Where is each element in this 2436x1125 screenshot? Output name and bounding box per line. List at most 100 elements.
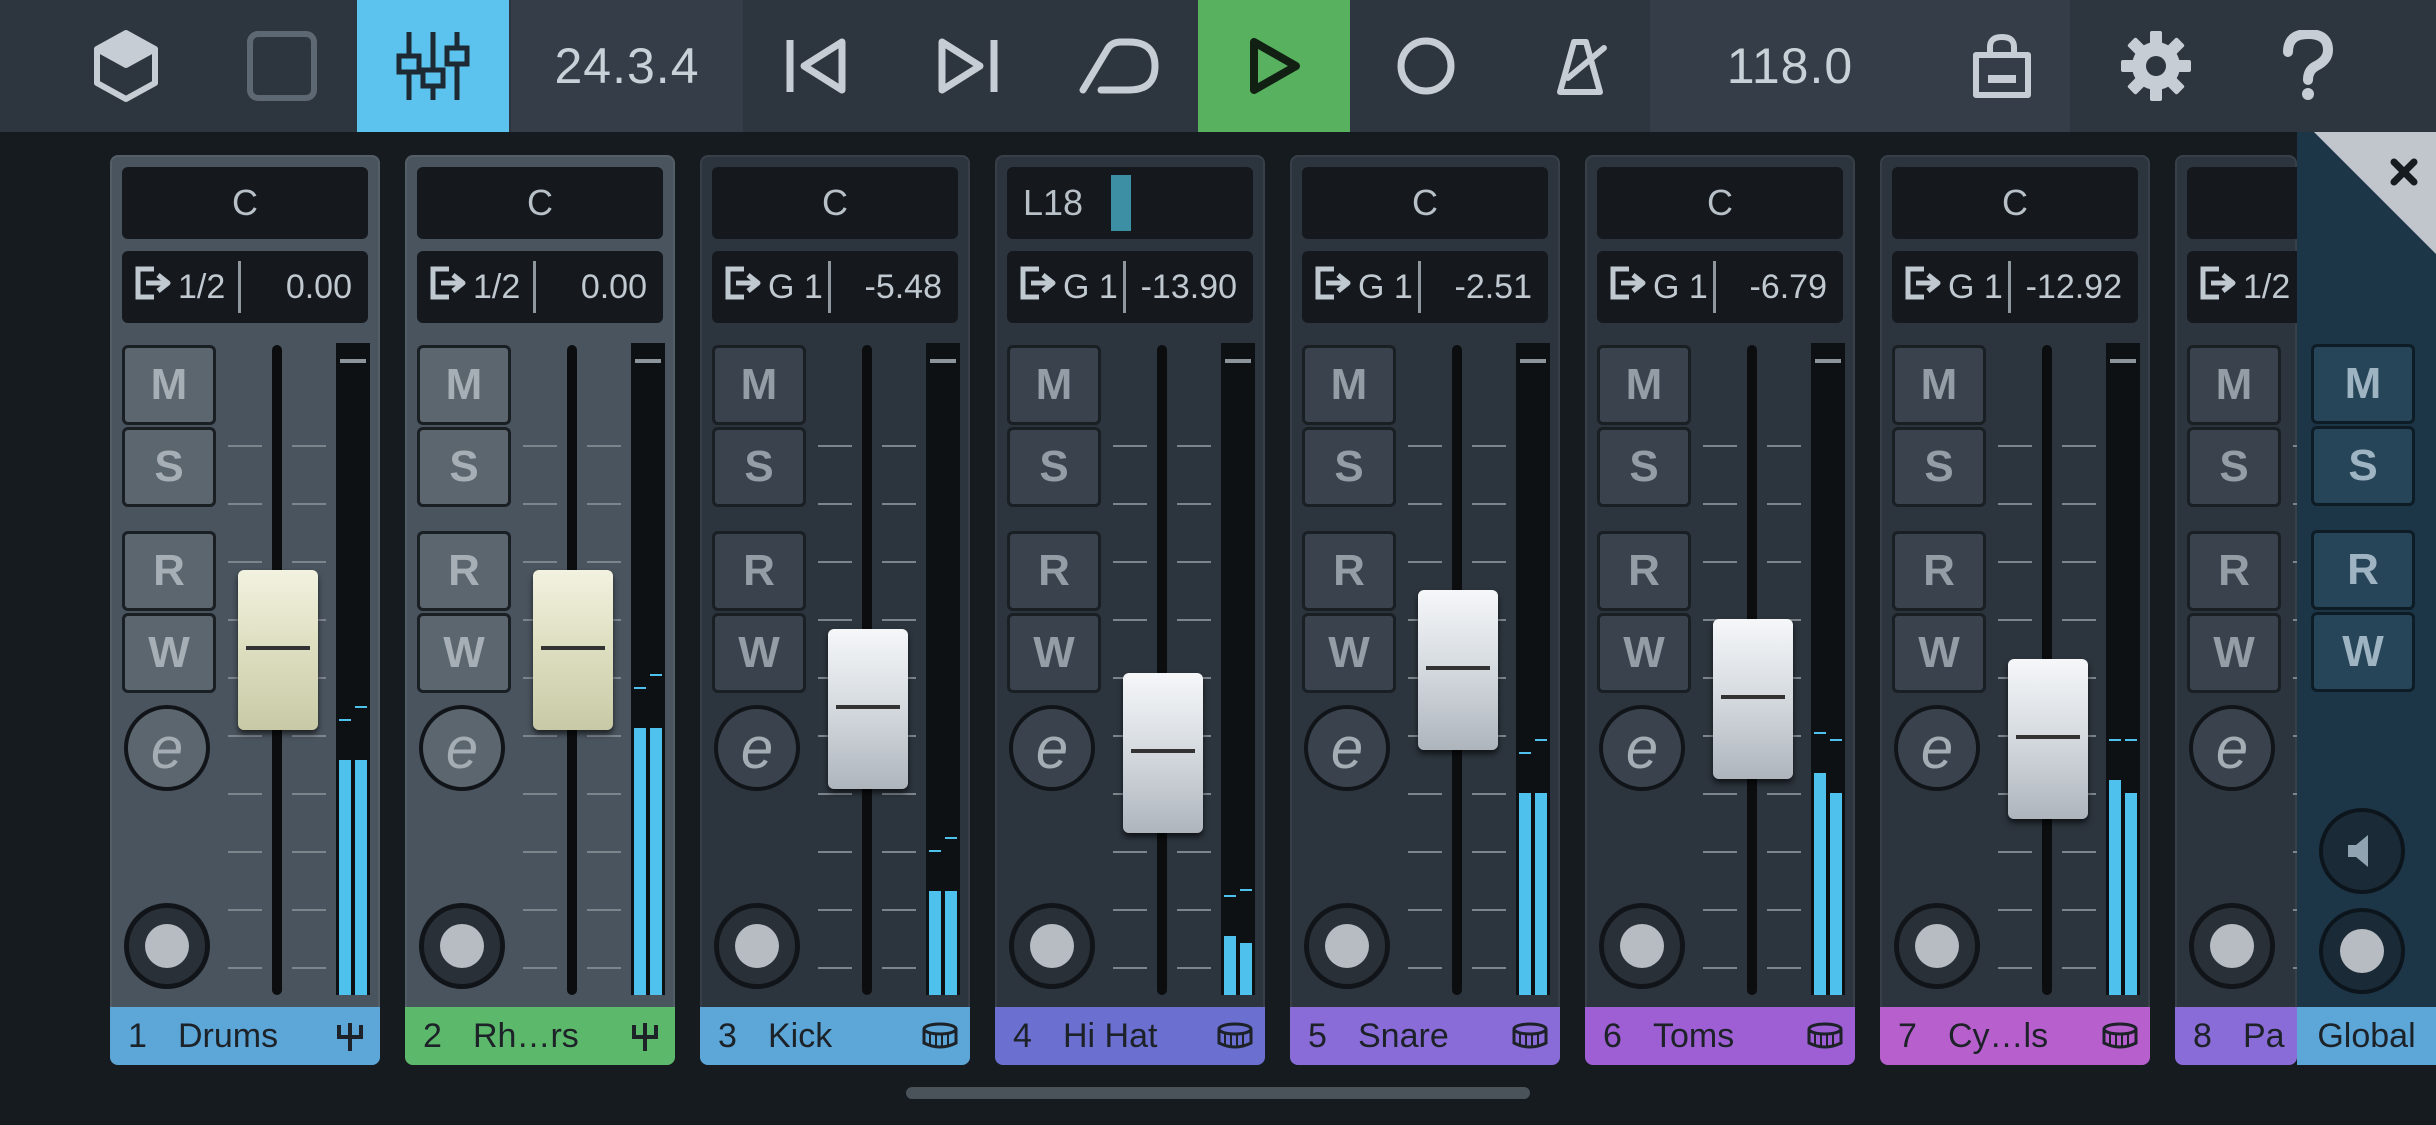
volume-fader-handle[interactable] (828, 629, 908, 790)
mute-button[interactable]: M (1007, 345, 1101, 425)
mute-button[interactable]: M (2187, 345, 2281, 425)
play-icon[interactable] (1198, 0, 1350, 132)
write-automation-button[interactable]: W (2187, 613, 2281, 693)
record-enable-button[interactable] (419, 903, 505, 989)
output-routing[interactable]: G 1 -13.90 (1007, 251, 1253, 323)
write-automation-button[interactable]: W (1597, 613, 1691, 693)
mute-button[interactable]: M (417, 345, 511, 425)
shop-bag-icon[interactable] (1946, 0, 2058, 132)
write-automation-button[interactable]: W (417, 613, 511, 693)
close-panel-button[interactable] (2314, 132, 2436, 254)
solo-button[interactable]: S (1302, 427, 1396, 507)
pan-control[interactable]: C (1302, 167, 1548, 239)
channel-name-bar[interactable]: 3 Kick (700, 1007, 970, 1065)
volume-fader-handle[interactable] (1418, 590, 1498, 750)
speaker-icon[interactable] (2319, 808, 2405, 894)
channel-name-bar[interactable]: 6 Toms (1585, 1007, 1855, 1065)
record-enable-button[interactable] (1009, 903, 1095, 989)
channel-name-bar[interactable]: 5 Snare (1290, 1007, 1560, 1065)
write-automation-button[interactable]: W (122, 613, 216, 693)
read-automation-button[interactable]: R (2187, 531, 2281, 611)
cycle-icon[interactable] (1064, 0, 1176, 132)
output-routing[interactable]: 1/2 0.00 (417, 251, 663, 323)
write-automation-button[interactable]: W (712, 613, 806, 693)
volume-fader-handle[interactable] (533, 570, 613, 731)
fader-track[interactable] (1157, 345, 1167, 995)
read-automation-button[interactable]: R (1892, 531, 1986, 611)
pan-control[interactable]: C (2187, 167, 2297, 239)
solo-button[interactable]: S (2187, 427, 2281, 507)
tempo-display[interactable]: 118.0 (1650, 0, 1930, 132)
read-automation-button[interactable]: R (1302, 531, 1396, 611)
read-automation-button[interactable]: R (712, 531, 806, 611)
output-routing[interactable]: G 1 -12.92 (1892, 251, 2138, 323)
channel-name-bar[interactable]: 7 Cy…ls (1880, 1007, 2150, 1065)
volume-fader-handle[interactable] (2008, 658, 2088, 819)
mute-button[interactable]: M (122, 345, 216, 425)
edit-channel-button[interactable]: e (124, 705, 210, 791)
record-icon[interactable] (1370, 0, 1482, 132)
output-routing[interactable]: G 1 -6.79 (1597, 251, 1843, 323)
record-enable-button[interactable] (1304, 903, 1390, 989)
write-automation-button[interactable]: W (1007, 613, 1101, 693)
window-icon[interactable] (218, 0, 346, 132)
volume-fader-handle[interactable] (238, 570, 318, 731)
position-display[interactable]: 24.3.4 (511, 0, 743, 132)
solo-button[interactable]: S (417, 427, 511, 507)
edit-channel-button[interactable]: e (1599, 705, 1685, 791)
output-routing[interactable]: 1/2 0.00 (122, 251, 368, 323)
mixer-icon[interactable] (357, 0, 509, 132)
mute-button[interactable]: M (1597, 345, 1691, 425)
pan-control[interactable]: C (1597, 167, 1843, 239)
record-enable-button[interactable] (124, 903, 210, 989)
solo-button[interactable]: S (1597, 427, 1691, 507)
global-mute-button[interactable]: M (2311, 344, 2415, 424)
help-icon[interactable] (2252, 0, 2364, 132)
edit-channel-button[interactable]: e (1894, 705, 1980, 791)
pan-control[interactable]: C (417, 167, 663, 239)
write-automation-button[interactable]: W (1892, 613, 1986, 693)
pan-control[interactable]: C (712, 167, 958, 239)
global-record-button[interactable] (2319, 908, 2405, 994)
settings-gear-icon[interactable] (2100, 0, 2212, 132)
channel-name-bar[interactable]: 4 Hi Hat (995, 1007, 1265, 1065)
write-automation-button[interactable]: W (1302, 613, 1396, 693)
record-enable-button[interactable] (1894, 903, 1980, 989)
channel-name-bar[interactable]: 8 Pa (2175, 1007, 2297, 1065)
channel-name-bar[interactable]: 2 Rh…rs (405, 1007, 675, 1065)
metronome-icon[interactable] (1524, 0, 1636, 132)
channel-name-bar[interactable]: 1 Drums (110, 1007, 380, 1065)
pan-control[interactable]: L18 (1007, 167, 1253, 239)
edit-channel-button[interactable]: e (1304, 705, 1390, 791)
output-routing[interactable]: G 1 -2.51 (1302, 251, 1548, 323)
mute-button[interactable]: M (1892, 345, 1986, 425)
edit-channel-button[interactable]: e (1009, 705, 1095, 791)
edit-channel-button[interactable]: e (714, 705, 800, 791)
solo-button[interactable]: S (1007, 427, 1101, 507)
output-routing[interactable]: 1/2 (2187, 251, 2297, 323)
output-routing[interactable]: G 1 -5.48 (712, 251, 958, 323)
go-to-end-icon[interactable] (912, 0, 1024, 132)
pan-control[interactable]: C (1892, 167, 2138, 239)
volume-fader-handle[interactable] (1123, 673, 1203, 834)
record-enable-button[interactable] (2189, 903, 2275, 989)
pan-control[interactable]: C (122, 167, 368, 239)
solo-button[interactable]: S (712, 427, 806, 507)
mute-button[interactable]: M (1302, 345, 1396, 425)
read-automation-button[interactable]: R (1007, 531, 1101, 611)
read-automation-button[interactable]: R (417, 531, 511, 611)
read-automation-button[interactable]: R (1597, 531, 1691, 611)
cube-icon[interactable] (62, 0, 190, 132)
go-to-start-icon[interactable] (760, 0, 872, 132)
read-automation-button[interactable]: R (122, 531, 216, 611)
edit-channel-button[interactable]: e (2189, 705, 2275, 791)
solo-button[interactable]: S (1892, 427, 1986, 507)
record-enable-button[interactable] (1599, 903, 1685, 989)
mute-button[interactable]: M (712, 345, 806, 425)
horizontal-scrollbar[interactable] (906, 1087, 1530, 1099)
global-read-button[interactable]: R (2311, 530, 2415, 610)
global-write-button[interactable]: W (2311, 612, 2415, 692)
volume-fader-handle[interactable] (1713, 619, 1793, 780)
solo-button[interactable]: S (122, 427, 216, 507)
edit-channel-button[interactable]: e (419, 705, 505, 791)
